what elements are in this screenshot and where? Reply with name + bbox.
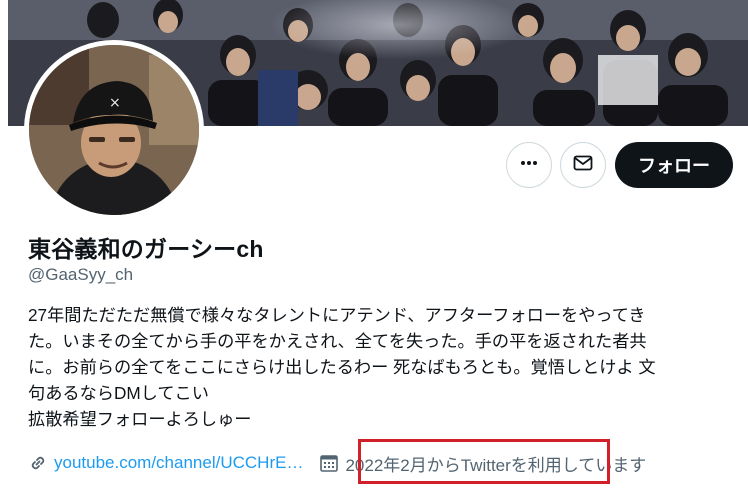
more-button[interactable] [506,142,552,188]
join-date: 2022年2月からTwitterを利用しています [345,455,647,475]
profile-meta: youtube.com/channel/UCCHrE… 2022年2月からTwi… [28,451,646,475]
profile-bio: 27年間ただただ無償で様々なタレントにアテンド、アフターフォローをやってき た。… [28,302,728,432]
svg-text:×: × [109,95,121,111]
calendar-icon [319,453,339,473]
bio-line: 句あるならDMしてこい [28,383,209,403]
message-button[interactable] [560,142,606,188]
envelope-icon [572,152,594,179]
profile-avatar[interactable]: × [24,40,204,220]
display-name: 東谷義和のガーシーch [28,236,264,262]
link-icon [28,453,48,473]
bio-line: 拡散希望フォローよろしゅー [28,409,252,429]
follow-button[interactable]: フォロー [615,142,733,188]
more-horizontal-icon [519,153,539,178]
user-handle: @GaaSyy_ch [28,265,134,284]
bio-line: 27年間ただただ無償で様々なタレントにアテンド、アフターフォローをやってき [28,305,646,325]
avatar-photo: × [29,45,199,215]
bio-line: た。いまその全てから手の平をかえされ、全てを失った。手の平を返された者共 [28,331,647,351]
website-link[interactable]: youtube.com/channel/UCCHrE… [54,453,303,473]
bio-line: に。お前らの全てをここにさらけ出したるわー 死なばもろとも。覚悟しとけよ 文 [28,357,656,377]
